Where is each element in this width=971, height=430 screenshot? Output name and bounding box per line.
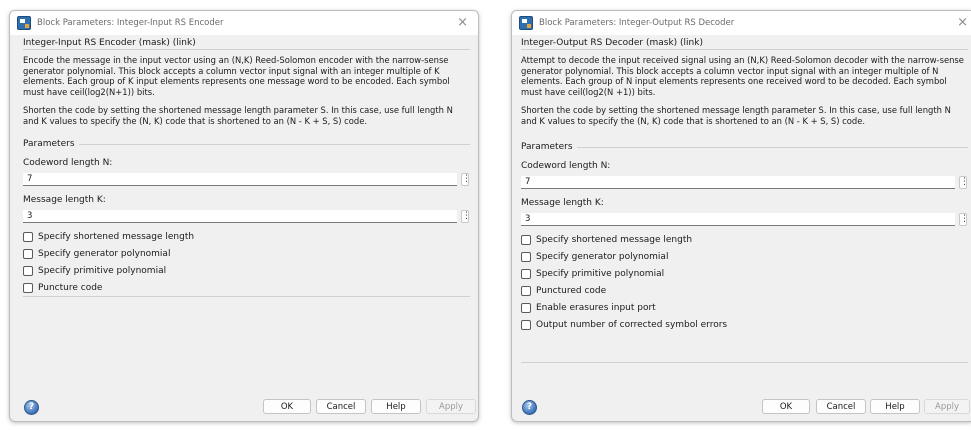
checkbox-icon[interactable]: [23, 283, 33, 293]
checkbox-label: Specify shortened message length: [536, 235, 693, 245]
close-icon[interactable]: ×: [457, 15, 468, 30]
encoder-description-text-2: Shorten the code by setting the shortene…: [23, 105, 453, 126]
encoder-dialog: Block Parameters: Integer-Input RS Encod…: [9, 10, 479, 422]
encoder-parameters-label: Parameters: [23, 139, 79, 149]
checkbox-label: Punctured code: [536, 286, 607, 296]
kebab-menu-icon[interactable]: ⋮: [461, 210, 471, 223]
primitive-polynomial-checkbox[interactable]: Specify primitive polynomial: [521, 269, 664, 279]
checkbox-label: Specify generator polynomial: [38, 249, 171, 259]
simulink-app-icon: [17, 16, 31, 30]
kebab-menu-icon[interactable]: ⋮: [959, 176, 969, 189]
cancel-button[interactable]: Cancel: [316, 399, 366, 414]
checkbox-label: Specify primitive polynomial: [38, 266, 167, 276]
simulink-app-icon: [519, 16, 533, 30]
encoder-button-bar: ? OK Cancel Help Apply: [10, 393, 478, 421]
decoder-description-text-1: Attempt to decode the input received sig…: [521, 55, 964, 97]
ok-button[interactable]: OK: [762, 399, 810, 414]
checkbox-icon[interactable]: [23, 266, 33, 276]
codeword-length-input[interactable]: [23, 173, 457, 186]
apply-button: Apply: [426, 399, 476, 414]
encoder-description: Encode the message in the input vector u…: [23, 49, 470, 134]
shortened-message-length-checkbox[interactable]: Specify shortened message length: [521, 235, 692, 245]
decoder-window-title: Block Parameters: Integer-Output RS Deco…: [539, 18, 735, 28]
checkbox-icon[interactable]: [23, 232, 33, 242]
generator-polynomial-checkbox[interactable]: Specify generator polynomial: [521, 252, 668, 262]
help-button[interactable]: Help: [870, 399, 920, 414]
enable-erasures-checkbox[interactable]: Enable erasures input port: [521, 303, 656, 313]
encoder-title-bar[interactable]: Block Parameters: Integer-Input RS Encod…: [10, 11, 478, 35]
checkbox-label: Output number of corrected symbol errors: [536, 320, 728, 330]
checkbox-icon[interactable]: [521, 320, 531, 330]
apply-button: Apply: [924, 399, 970, 414]
codeword-length-label: Codeword length N:: [23, 158, 113, 168]
checkbox-label: Specify primitive polynomial: [536, 269, 665, 279]
help-button[interactable]: Help: [371, 399, 421, 414]
output-corrected-errors-checkbox[interactable]: Output number of corrected symbol errors: [521, 320, 727, 330]
cancel-button[interactable]: Cancel: [816, 399, 866, 414]
generator-polynomial-checkbox[interactable]: Specify generator polynomial: [23, 249, 170, 259]
kebab-menu-icon[interactable]: ⋮: [461, 173, 471, 186]
decoder-title-bar[interactable]: Block Parameters: Integer-Output RS Deco…: [512, 11, 971, 35]
codeword-length-label: Codeword length N:: [521, 161, 611, 171]
checkbox-label: Specify shortened message length: [38, 232, 195, 242]
help-icon[interactable]: ?: [24, 400, 39, 415]
message-length-input[interactable]: [521, 213, 955, 226]
ok-button[interactable]: OK: [263, 399, 311, 414]
decoder-description-text-2: Shorten the code by setting the shortene…: [521, 105, 951, 126]
message-length-input[interactable]: [23, 210, 457, 223]
help-icon[interactable]: ?: [522, 400, 537, 415]
decoder-parameters-group: Parameters Codeword length N: ⋮ Message …: [521, 142, 969, 363]
message-length-label: Message length K:: [521, 198, 604, 208]
decoder-button-bar: ? OK Cancel Help Apply: [512, 393, 971, 421]
checkbox-icon[interactable]: [521, 252, 531, 262]
checkbox-icon[interactable]: [521, 286, 531, 296]
shortened-message-length-checkbox[interactable]: Specify shortened message length: [23, 232, 194, 242]
checkbox-label: Enable erasures input port: [536, 303, 656, 313]
checkbox-icon[interactable]: [521, 303, 531, 313]
decoder-description: Attempt to decode the input received sig…: [521, 49, 968, 134]
close-icon[interactable]: ×: [957, 15, 968, 30]
checkbox-icon[interactable]: [521, 235, 531, 245]
primitive-polynomial-checkbox[interactable]: Specify primitive polynomial: [23, 266, 166, 276]
decoder-parameters-label: Parameters: [521, 142, 577, 152]
encoder-description-text-1: Encode the message in the input vector u…: [23, 55, 450, 97]
punctured-code-checkbox[interactable]: Punctured code: [521, 286, 606, 296]
decoder-mask-subtitle: Integer-Output RS Decoder (mask) (link): [521, 38, 703, 48]
checkbox-label: Puncture code: [38, 283, 103, 293]
encoder-mask-subtitle: Integer-Input RS Encoder (mask) (link): [23, 38, 196, 48]
puncture-code-checkbox[interactable]: Puncture code: [23, 283, 102, 293]
checkbox-icon[interactable]: [23, 249, 33, 259]
message-length-label: Message length K:: [23, 195, 106, 205]
encoder-parameters-group: Parameters Codeword length N: ⋮ Message …: [23, 139, 471, 297]
decoder-dialog: Block Parameters: Integer-Output RS Deco…: [511, 10, 971, 422]
checkbox-icon[interactable]: [521, 269, 531, 279]
checkbox-label: Specify generator polynomial: [536, 252, 669, 262]
kebab-menu-icon[interactable]: ⋮: [959, 213, 969, 226]
encoder-window-title: Block Parameters: Integer-Input RS Encod…: [37, 18, 224, 28]
codeword-length-input[interactable]: [521, 176, 955, 189]
